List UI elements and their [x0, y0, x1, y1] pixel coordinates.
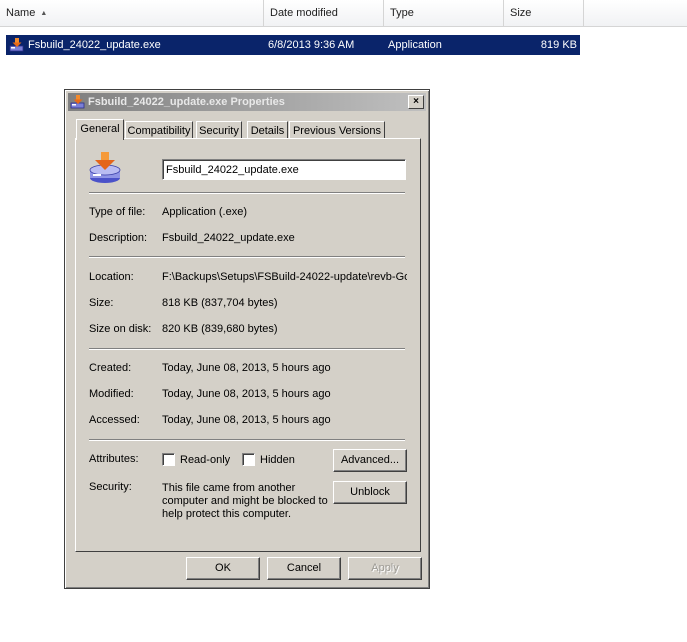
accessed-value: Today, June 08, 2013, 5 hours ago	[162, 414, 331, 426]
file-date: 6/8/2013 9:36 AM	[268, 39, 355, 51]
unblock-button[interactable]: Unblock	[333, 481, 407, 504]
filename-field[interactable]	[162, 159, 406, 180]
readonly-label[interactable]: Read-only	[180, 454, 230, 466]
column-size-label: Size	[510, 7, 532, 19]
file-name: Fsbuild_24022_update.exe	[28, 39, 161, 51]
hidden-label[interactable]: Hidden	[260, 454, 295, 466]
column-name-label: Name	[6, 7, 36, 19]
attributes-label: Attributes:	[89, 453, 139, 465]
type-label: Type of file:	[89, 206, 146, 218]
created-label: Created:	[89, 362, 132, 374]
readonly-checkbox[interactable]	[162, 453, 175, 466]
properties-dialog: Fsbuild_24022_update.exe Properties × Ge…	[64, 89, 430, 589]
file-row-selected[interactable]: Fsbuild_24022_update.exe 6/8/2013 9:36 A…	[6, 35, 580, 55]
column-date-label: Date modified	[270, 7, 338, 19]
created-value: Today, June 08, 2013, 5 hours ago	[162, 362, 331, 374]
dialog-titlebar[interactable]: Fsbuild_24022_update.exe Properties ×	[68, 93, 426, 111]
separator	[89, 256, 405, 258]
cancel-button[interactable]: Cancel	[267, 557, 341, 580]
close-button[interactable]: ×	[408, 95, 424, 109]
size-label: Size:	[89, 297, 114, 309]
tab-details[interactable]: Details	[247, 121, 288, 139]
column-name[interactable]: Name ▲	[0, 0, 264, 26]
security-label: Security:	[89, 481, 132, 493]
hidden-checkbox[interactable]	[242, 453, 255, 466]
ok-button[interactable]: OK	[186, 557, 260, 580]
tab-compatibility[interactable]: Compatibility	[125, 121, 193, 139]
tab-security[interactable]: Security	[196, 121, 242, 139]
tab-general[interactable]: General	[76, 119, 124, 140]
sort-ascending-icon: ▲	[40, 10, 48, 17]
separator	[89, 439, 405, 441]
modified-value: Today, June 08, 2013, 5 hours ago	[162, 388, 331, 400]
apply-button[interactable]: Apply	[348, 557, 422, 580]
column-header: Name ▲ Date modified Type Size	[0, 0, 687, 27]
column-size[interactable]: Size	[504, 0, 584, 26]
location-value: F:\Backups\Setups\FSBuild-24022-update\r…	[162, 271, 407, 283]
file-size: 819 KB	[540, 39, 577, 51]
advanced-button[interactable]: Advanced...	[333, 449, 407, 472]
accessed-label: Accessed:	[89, 414, 140, 426]
installer-icon	[70, 95, 85, 109]
installer-icon	[89, 152, 121, 183]
size-value: 818 KB (837,704 bytes)	[162, 297, 278, 309]
column-type-label: Type	[390, 7, 414, 19]
security-message: This file came from another computer and…	[162, 482, 328, 520]
size-on-disk-value: 820 KB (839,680 bytes)	[162, 323, 278, 335]
description-label: Description:	[89, 232, 148, 244]
description-value: Fsbuild_24022_update.exe	[162, 232, 295, 244]
separator	[89, 348, 405, 350]
installer-icon	[9, 38, 24, 52]
modified-label: Modified:	[89, 388, 134, 400]
separator	[89, 192, 405, 194]
size-on-disk-label: Size on disk:	[89, 323, 152, 335]
file-type: Application	[388, 39, 442, 51]
type-value: Application (.exe)	[162, 206, 247, 218]
location-label: Location:	[89, 271, 134, 283]
column-date-modified[interactable]: Date modified	[264, 0, 384, 26]
column-type[interactable]: Type	[384, 0, 504, 26]
dialog-title: Fsbuild_24022_update.exe Properties	[88, 96, 285, 108]
tab-previous-versions[interactable]: Previous Versions	[289, 121, 385, 139]
